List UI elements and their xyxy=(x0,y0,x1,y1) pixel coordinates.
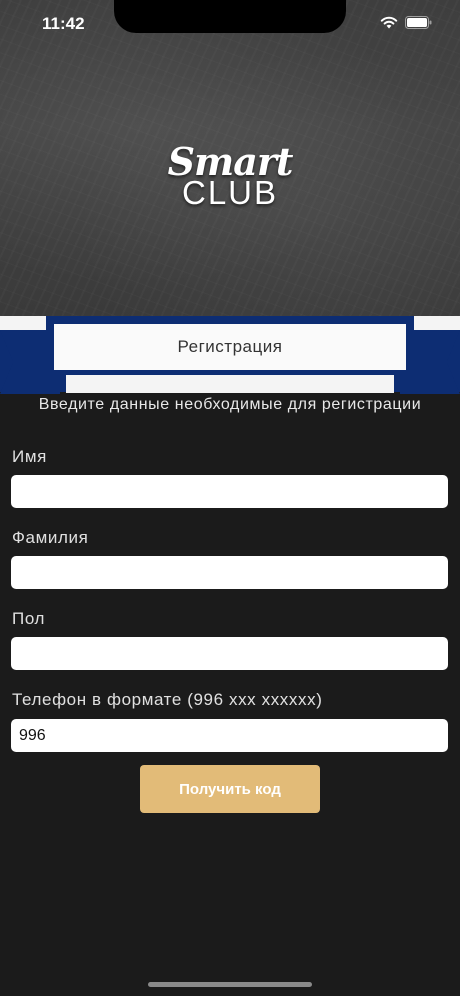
phone-input[interactable] xyxy=(11,719,448,752)
logo-club-text: CLUB xyxy=(181,174,279,211)
home-indicator xyxy=(148,982,312,987)
phone-screen: Smart CLUB 11:42 Регистрация Введите дан… xyxy=(0,0,460,996)
last-name-label: Фамилия xyxy=(12,528,89,547)
first-name-input[interactable] xyxy=(11,475,448,508)
battery-icon xyxy=(405,16,432,29)
first-name-label: Имя xyxy=(12,447,47,466)
smart-club-logo: Smart CLUB xyxy=(0,142,460,211)
get-code-button[interactable]: Получить код xyxy=(140,765,320,813)
wifi-icon xyxy=(380,16,398,29)
header-chalkboard: Smart CLUB xyxy=(0,0,460,316)
ribbon-fold-right xyxy=(414,316,460,330)
form-subtitle: Введите данные необходимые для регистрац… xyxy=(38,396,422,413)
status-icons xyxy=(380,16,432,29)
ribbon-fold-left xyxy=(0,316,46,330)
ribbon-banner: Регистрация xyxy=(51,321,409,373)
last-name-input[interactable] xyxy=(11,556,448,589)
status-time: 11:42 xyxy=(42,14,85,33)
gender-input[interactable] xyxy=(11,637,448,670)
phone-label: Телефон в формате (996 xxx xxxxxx) xyxy=(12,690,323,709)
page-title: Регистрация xyxy=(177,337,283,356)
device-notch xyxy=(114,0,346,33)
gender-label: Пол xyxy=(12,609,46,628)
ribbon-underlay xyxy=(66,375,394,393)
